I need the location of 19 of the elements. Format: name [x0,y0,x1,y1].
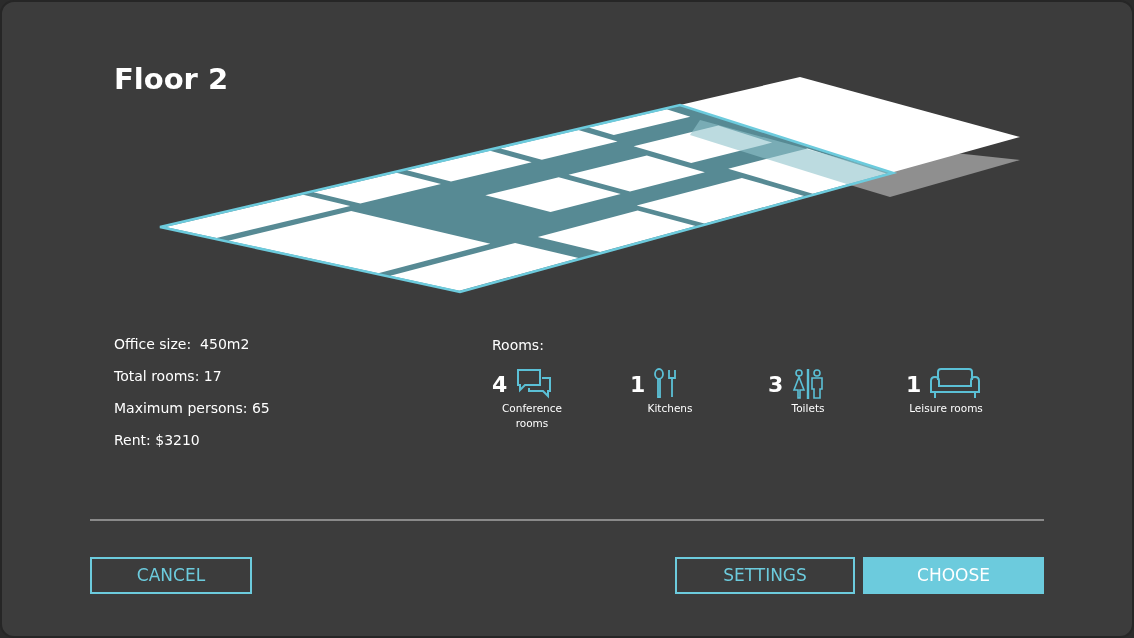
room-type-label: Leisure rooms [908,400,984,416]
room-count: 1 [906,370,922,399]
room-type-label: Toilets [790,400,826,416]
rooms-label: Rooms: [492,335,545,355]
stat-text: Maximum persons: 65 [114,398,271,418]
stat-text: Rent: $3210 [114,430,201,450]
room-type-label: Kitchens [646,400,694,416]
stat-text: Office size: 450m2 [114,334,251,354]
chat-bubbles-icon [515,368,554,401]
room-count: 4 [492,370,508,399]
sofa-icon [929,368,982,401]
room-type-label: Conference rooms [501,400,563,431]
room-count: 3 [768,370,784,399]
room-count: 1 [630,370,646,399]
outline-button[interactable]: SETTINGS [675,556,855,594]
toilet-sign-icon [791,368,826,401]
stat-text: Total rooms: 17 [114,366,223,386]
outline-button[interactable]: CANCEL [90,556,252,594]
floor-title: Floor 2 [113,61,230,97]
